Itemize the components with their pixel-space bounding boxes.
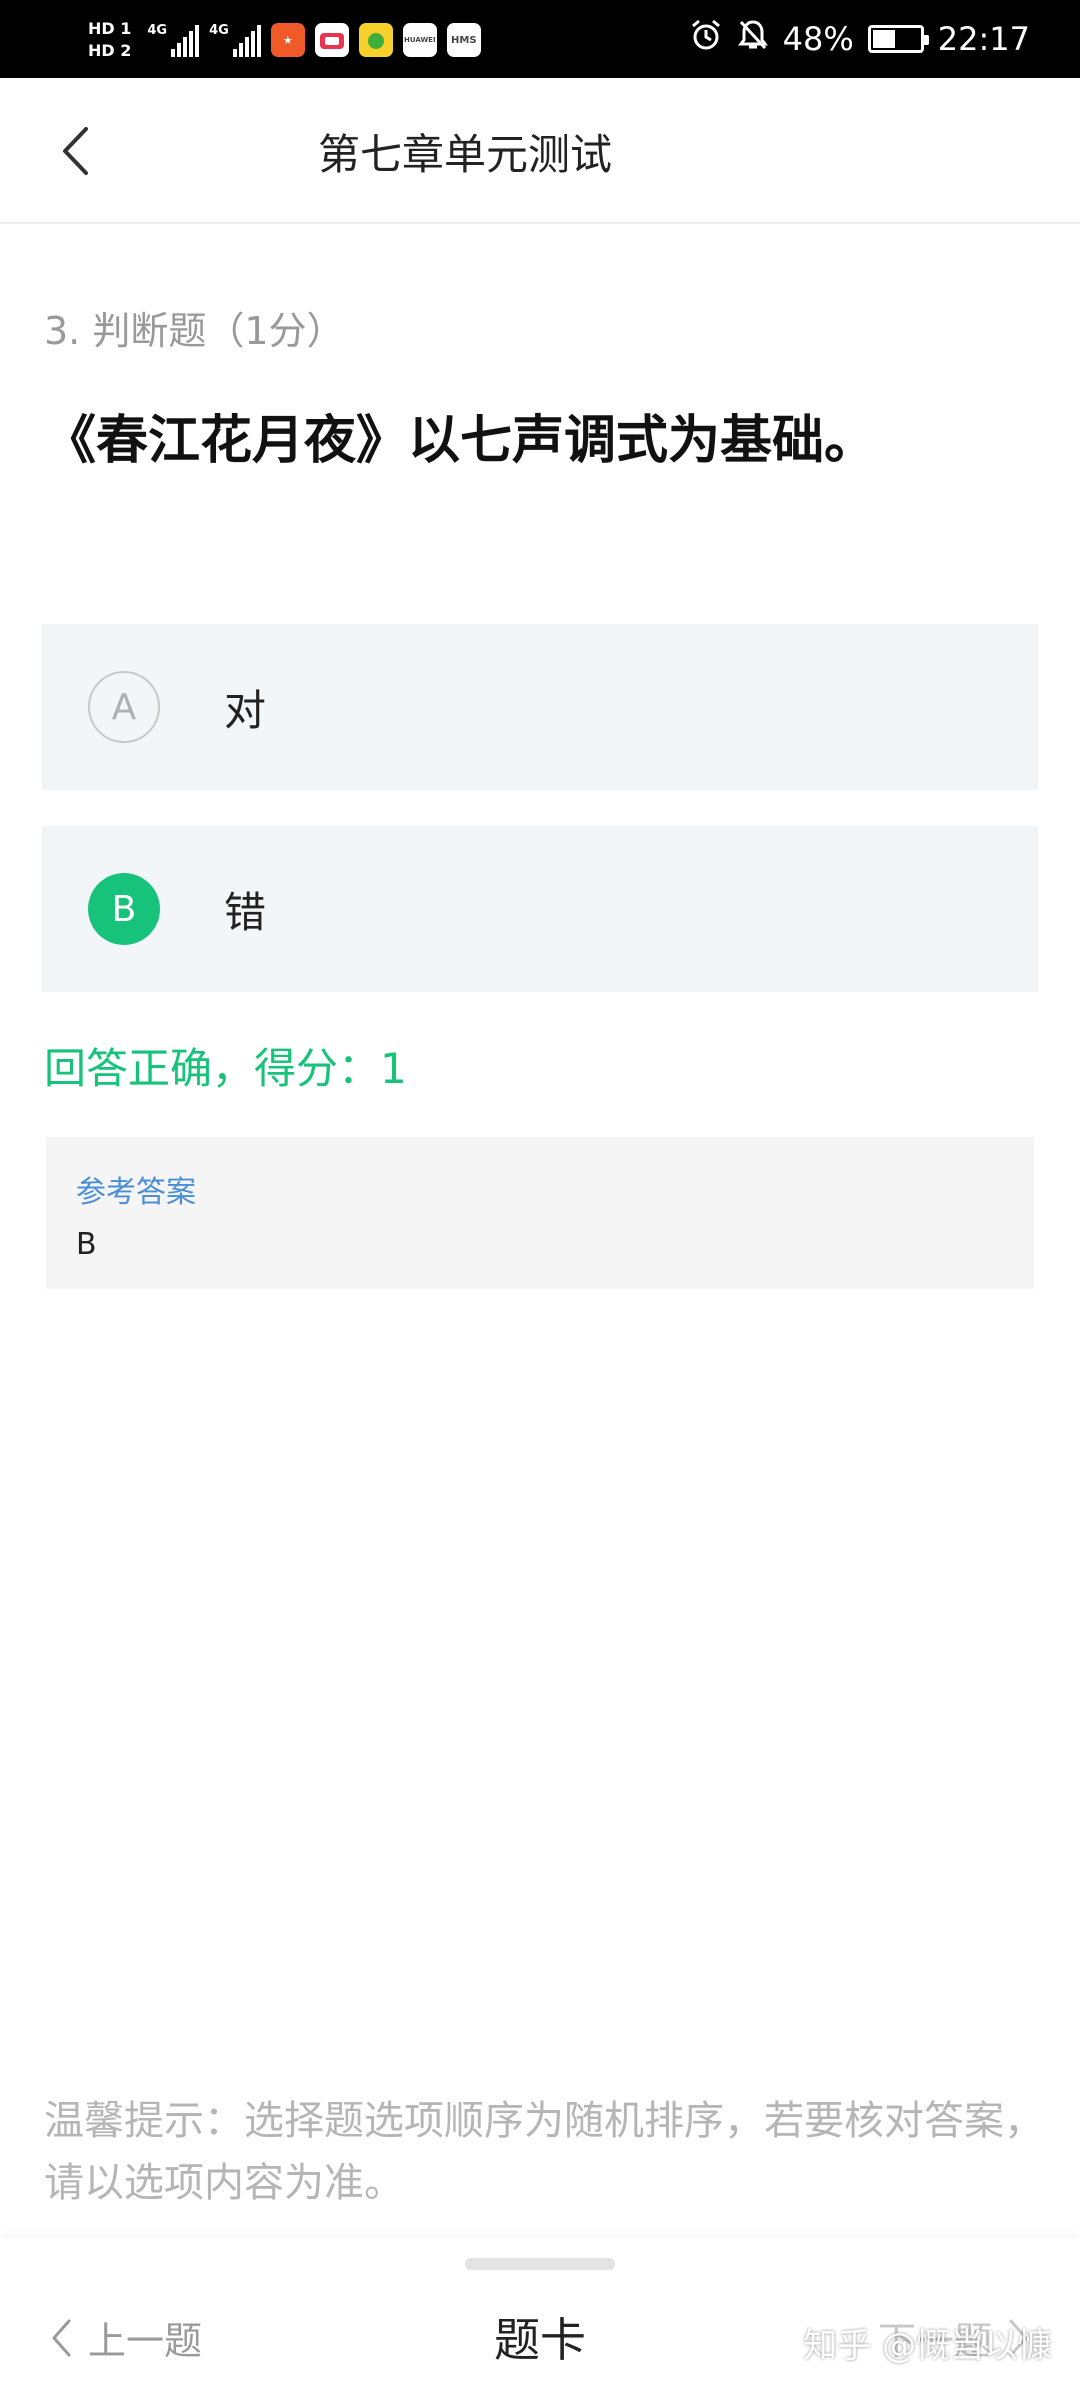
- status-right: 48% 22:17: [689, 0, 1030, 78]
- tv-app-icon: [314, 23, 349, 57]
- signal-2-icon: 4G: [209, 23, 261, 57]
- reference-answer-box: 参考答案 B: [46, 1137, 1034, 1289]
- watermark: 知乎 @慨当以慷: [803, 2326, 1052, 2366]
- page-title: 第七章单元测试: [317, 129, 612, 179]
- bottom-bar: 上一题 题卡 下一题 知乎 @慨当以慷: [0, 2238, 1080, 2400]
- option-b-letter: B: [88, 873, 160, 945]
- huawei-app-icon: HUAWEI: [402, 23, 437, 57]
- nav-bar: 第七章单元测试: [0, 78, 1080, 224]
- option-a-letter: A: [88, 671, 160, 743]
- alarm-icon: [689, 18, 723, 60]
- drag-handle[interactable]: [465, 2258, 615, 2270]
- bell-muted-icon: [737, 18, 769, 60]
- signal-1-icon: 4G: [147, 23, 200, 57]
- hd2-badge: HD 2: [88, 41, 132, 60]
- question-meta: 3. 判断题（1分）: [44, 309, 345, 353]
- option-b[interactable]: B 错: [42, 826, 1038, 992]
- reference-answer-label: 参考答案: [76, 1175, 196, 1210]
- hms-app-icon: HMS: [446, 23, 481, 57]
- hd-indicators: HD 1 HD 2: [88, 20, 131, 60]
- option-a[interactable]: A 对: [42, 624, 1038, 790]
- page: HD 1 HD 2 4G 4G ★ HUAWEI HMS 48% 22:17 第…: [0, 0, 1080, 2400]
- green-app-icon: [358, 23, 393, 57]
- battery-percent: 48%: [782, 20, 854, 58]
- question-text: 《春江花月夜》以七声调式为基础。: [44, 411, 877, 471]
- tip-text: 温馨提示：选择题选项顺序为随机排序，若要核对答案，请以选项内容为准。: [44, 2098, 1044, 2206]
- reference-answer-value: B: [76, 1227, 97, 1262]
- result-message: 回答正确，得分：1: [44, 1044, 407, 1093]
- battery-level-fill: [872, 30, 895, 48]
- battery-icon: [867, 25, 929, 53]
- hd1-badge: HD 1: [88, 19, 132, 38]
- status-bar: HD 1 HD 2 4G 4G ★ HUAWEI HMS 48% 22:17: [0, 0, 1080, 78]
- red-app-icon: ★: [270, 23, 305, 57]
- option-b-text: 错: [224, 887, 267, 937]
- option-a-text: 对: [224, 685, 267, 735]
- clock: 22:17: [937, 20, 1030, 58]
- status-left: HD 1 HD 2 4G 4G ★ HUAWEI HMS: [88, 10, 481, 70]
